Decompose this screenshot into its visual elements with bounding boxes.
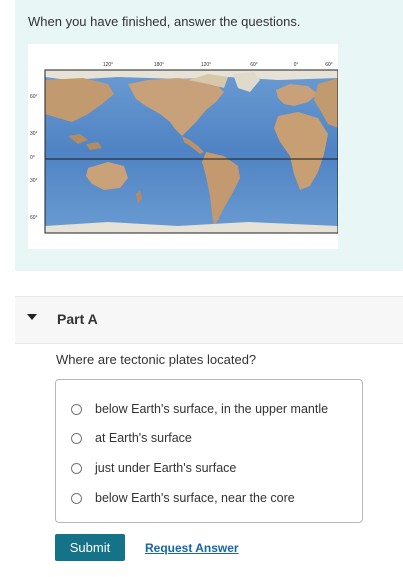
intro-text: When you have finished, answer the quest… <box>28 14 301 29</box>
intro-panel: When you have finished, answer the quest… <box>15 0 403 271</box>
longitude-label: 60° <box>250 62 258 68</box>
radio-button[interactable] <box>71 462 82 474</box>
option-label: below Earth's surface, in the upper mant… <box>95 402 329 416</box>
longitude-label: 180° <box>153 62 165 68</box>
latitude-label: 60° <box>30 215 38 221</box>
latitude-label: 0° <box>30 155 35 161</box>
latitude-label: 30° <box>30 178 38 184</box>
longitude-label: 120° <box>200 62 212 68</box>
part-a-header[interactable]: Part A <box>15 296 403 344</box>
collapse-triangle-icon[interactable] <box>27 314 37 320</box>
longitude-label: 60° <box>325 62 333 68</box>
world-map: 120° 180° 120° 60° 0° 60° 60° 30° 0° 30°… <box>28 44 338 249</box>
answer-option[interactable]: below Earth's surface, near the core <box>71 488 295 508</box>
question-text: Where are tectonic plates located? <box>56 352 257 367</box>
part-title: Part A <box>57 311 98 327</box>
radio-button[interactable] <box>71 492 82 504</box>
answer-option[interactable]: at Earth's surface <box>71 428 192 448</box>
world-map-image <box>44 69 338 234</box>
longitude-label: 0° <box>293 62 299 68</box>
option-label: just under Earth's surface <box>95 461 237 475</box>
answer-options: below Earth's surface, in the upper mant… <box>55 379 363 523</box>
submit-button[interactable]: Submit <box>55 534 125 561</box>
option-label: below Earth's surface, near the core <box>95 491 295 505</box>
request-answer-link[interactable]: Request Answer <box>145 541 239 555</box>
latitude-label: 30° <box>30 131 38 137</box>
latitude-label: 60° <box>30 94 38 100</box>
answer-option[interactable]: below Earth's surface, in the upper mant… <box>71 399 328 419</box>
longitude-label: 120° <box>102 62 114 68</box>
radio-button[interactable] <box>71 403 82 415</box>
answer-option[interactable]: just under Earth's surface <box>71 458 236 478</box>
option-label: at Earth's surface <box>95 431 192 445</box>
radio-button[interactable] <box>71 432 82 444</box>
